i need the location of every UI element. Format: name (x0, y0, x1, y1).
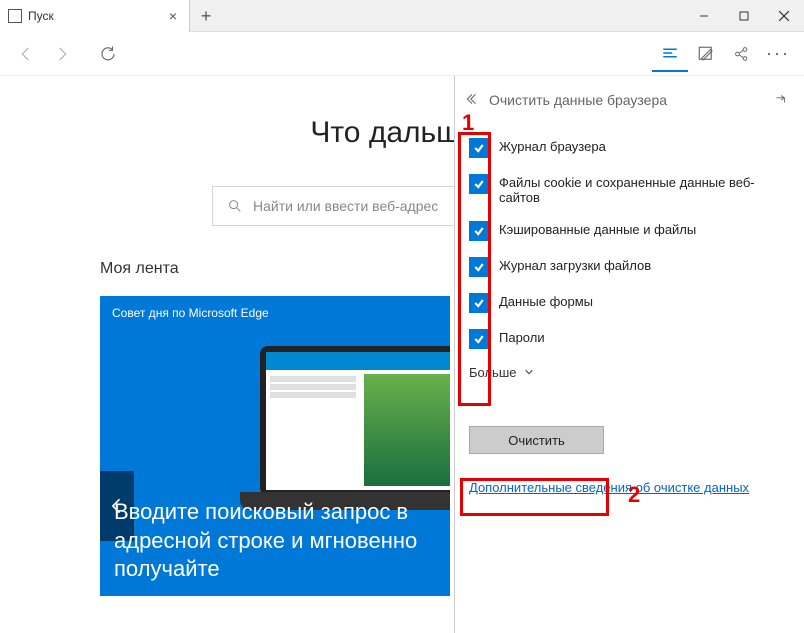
clear-button[interactable]: Очистить (469, 426, 604, 454)
checkbox-4[interactable] (469, 293, 489, 313)
new-tab-button[interactable]: + (190, 0, 222, 32)
tab-close-icon[interactable]: × (165, 8, 181, 24)
card-text: Вводите поисковый запрос в адресной стро… (114, 498, 436, 584)
panel-back-button[interactable] (465, 92, 489, 109)
checkbox-2[interactable] (469, 221, 489, 241)
more-icon[interactable]: ··· (760, 36, 796, 72)
laptop-image (260, 346, 450, 496)
learn-more-link[interactable]: Дополнительные сведения об очистке данны… (469, 480, 790, 495)
clear-data-panel: Очистить данные браузера Журнал браузера… (454, 76, 804, 633)
checkbox-3[interactable] (469, 257, 489, 277)
tip-card[interactable]: Совет дня по Microsoft Edge Вводите поис… (100, 296, 450, 596)
forward-button[interactable] (44, 36, 80, 72)
checkbox-label: Журнал браузера (499, 138, 606, 154)
card-header: Совет дня по Microsoft Edge (100, 296, 450, 330)
panel-body: Журнал браузера Файлы cookie и сохраненны… (455, 124, 804, 501)
check-row: Пароли (469, 321, 790, 357)
window-close-button[interactable] (764, 0, 804, 32)
title-bar: Пуск × + (0, 0, 804, 32)
checkbox-label: Пароли (499, 329, 545, 345)
panel-pin-icon[interactable] (774, 92, 794, 109)
window-maximize-button[interactable] (724, 0, 764, 32)
window-minimize-button[interactable] (684, 0, 724, 32)
tab-window-icon (8, 9, 22, 23)
hub-icon[interactable] (652, 36, 688, 72)
window-controls (684, 0, 804, 32)
chevron-down-icon (524, 365, 534, 380)
checkbox-label: Кэшированные данные и файлы (499, 221, 696, 237)
browser-tab[interactable]: Пуск × (0, 0, 190, 32)
share-icon[interactable] (724, 36, 760, 72)
checkbox-label: Файлы cookie и сохраненные данные веб-са… (499, 174, 790, 205)
check-row: Данные формы (469, 285, 790, 321)
checkbox-5[interactable] (469, 329, 489, 349)
check-row: Журнал загрузки файлов (469, 249, 790, 285)
back-button[interactable] (8, 36, 44, 72)
checkbox-0[interactable] (469, 138, 489, 158)
checkbox-1[interactable] (469, 174, 489, 194)
check-row: Журнал браузера (469, 130, 790, 166)
checkbox-label: Данные формы (499, 293, 593, 309)
check-row: Файлы cookie и сохраненные данные веб-са… (469, 166, 790, 213)
web-note-icon[interactable] (688, 36, 724, 72)
nav-toolbar: ··· (0, 32, 804, 76)
search-icon (227, 198, 243, 214)
clear-button-label: Очистить (508, 433, 565, 448)
panel-title: Очистить данные браузера (489, 92, 774, 108)
tab-title: Пуск (28, 9, 165, 23)
checkbox-label: Журнал загрузки файлов (499, 257, 651, 273)
more-toggle[interactable]: Больше (469, 357, 790, 388)
refresh-button[interactable] (90, 36, 126, 72)
check-row: Кэшированные данные и файлы (469, 213, 790, 249)
more-label: Больше (469, 365, 517, 380)
